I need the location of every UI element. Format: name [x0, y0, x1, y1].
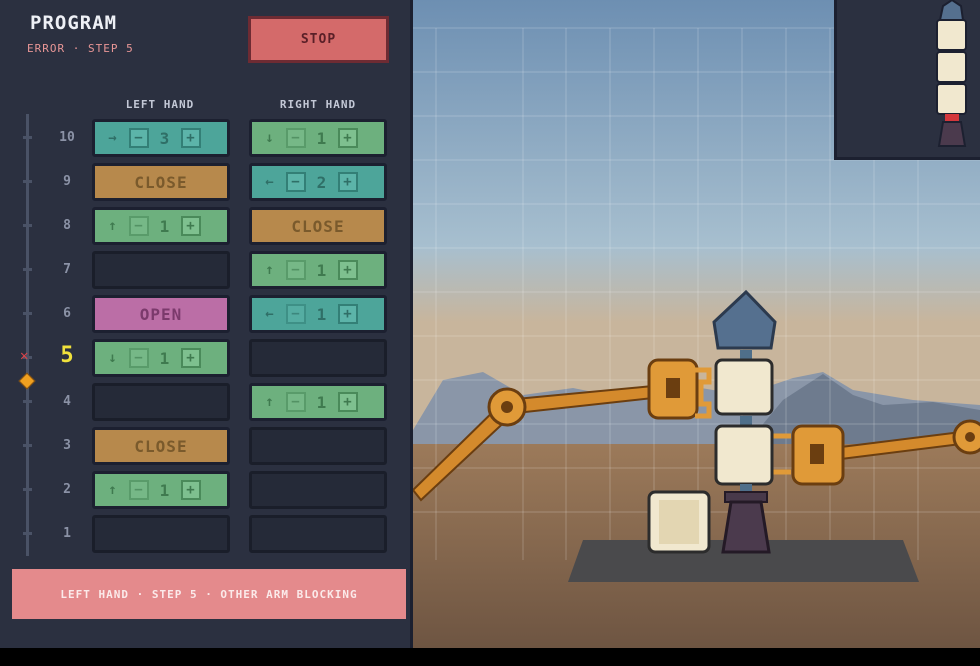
step-number: 3 [63, 438, 71, 453]
arrow-down-icon: ↓ [265, 130, 275, 146]
minus-icon[interactable]: − [286, 128, 306, 148]
timeline-tick [23, 444, 32, 447]
plus-icon[interactable]: + [181, 480, 201, 500]
left-hand-move-command[interactable]: ↑ −1 + [92, 207, 230, 245]
minus-icon[interactable]: − [129, 480, 149, 500]
error-status: ERROR · STEP 5 [27, 42, 134, 55]
x-icon: ✕ [20, 348, 29, 364]
right-hand-empty-slot[interactable] [249, 427, 387, 465]
minus-icon[interactable]: − [129, 128, 149, 148]
move-amount: 1 [316, 304, 328, 324]
step-number: 6 [63, 306, 71, 321]
minus-icon[interactable]: − [286, 304, 306, 324]
step-number: 8 [63, 218, 71, 233]
timeline-tick [23, 312, 32, 315]
right-hand-move-command[interactable]: ↑ −1 + [249, 251, 387, 289]
stop-button[interactable]: STOP [248, 16, 389, 63]
program-panel: PROGRAM ERROR · STEP 5 STOP LEFT HAND RI… [0, 0, 413, 648]
plus-icon[interactable]: + [181, 216, 201, 236]
plus-icon[interactable]: + [181, 348, 201, 368]
error-message-bar: LEFT HAND · STEP 5 · OTHER ARM BLOCKING [12, 569, 406, 619]
plus-icon[interactable]: + [338, 392, 358, 412]
right-hand-empty-slot[interactable] [249, 471, 387, 509]
move-amount: 2 [316, 172, 328, 192]
minus-icon[interactable]: − [286, 172, 306, 192]
left-hand-close-command[interactable]: CLOSE [92, 427, 230, 465]
step-number: 1 [63, 526, 71, 541]
minus-icon[interactable]: − [129, 348, 149, 368]
left-hand-open-command[interactable]: OPEN [92, 295, 230, 333]
diamond-icon[interactable] [18, 372, 36, 390]
timeline-tick [23, 400, 32, 403]
plus-icon[interactable]: + [338, 304, 358, 324]
right-hand-empty-slot[interactable] [249, 339, 387, 377]
plus-icon[interactable]: + [338, 260, 358, 280]
timeline-tick [23, 268, 32, 271]
timeline-tick [23, 488, 32, 491]
minus-icon[interactable]: − [286, 260, 306, 280]
arrow-left-icon: ← [265, 306, 275, 322]
left-hand-header: LEFT HAND [125, 98, 195, 111]
arrow-up-icon: ↑ [108, 218, 118, 234]
step-number: 5 [60, 343, 74, 368]
arrow-up-icon: ↑ [108, 482, 118, 498]
timeline-tick [23, 532, 32, 535]
move-amount: 1 [316, 392, 328, 412]
step-number: 7 [63, 262, 71, 277]
left-hand-move-command[interactable]: → −3 + [92, 119, 230, 157]
arrow-left-icon: ← [265, 174, 275, 190]
left-hand-empty-slot[interactable] [92, 515, 230, 553]
target-rocket-icon [936, 0, 967, 147]
step-number: 10 [59, 130, 75, 145]
arrow-up-icon: ↑ [265, 262, 275, 278]
right-hand-move-command[interactable]: ← −1 + [249, 295, 387, 333]
right-hand-move-command[interactable]: ← −2 + [249, 163, 387, 201]
right-hand-header: RIGHT HAND [279, 98, 357, 111]
right-hand-close-command[interactable]: CLOSE [249, 207, 387, 245]
right-hand-empty-slot[interactable] [249, 515, 387, 553]
minus-icon[interactable]: − [129, 216, 149, 236]
arrow-down-icon: ↓ [108, 350, 118, 366]
right-hand-move-command[interactable]: ↓ −1 + [249, 119, 387, 157]
left-hand-empty-slot[interactable] [92, 383, 230, 421]
move-amount: 1 [159, 216, 171, 236]
left-hand-close-command[interactable]: CLOSE [92, 163, 230, 201]
plus-icon[interactable]: + [181, 128, 201, 148]
panel-title: PROGRAM [30, 12, 118, 34]
minus-icon[interactable]: − [286, 392, 306, 412]
move-amount: 1 [159, 480, 171, 500]
move-amount: 1 [316, 128, 328, 148]
arrow-up-icon: ↑ [265, 394, 275, 410]
left-hand-move-command[interactable]: ↓ −1 + [92, 339, 230, 377]
right-hand-move-command[interactable]: ↑ −1 + [249, 383, 387, 421]
step-number: 2 [63, 482, 71, 497]
left-hand-move-command[interactable]: ↑ −1 + [92, 471, 230, 509]
timeline-tick [23, 136, 32, 139]
target-preview-panel [834, 0, 980, 160]
timeline-tick [23, 224, 32, 227]
move-amount: 1 [316, 260, 328, 280]
arrow-right-icon: → [108, 130, 118, 146]
step-number: 9 [63, 174, 71, 189]
move-amount: 1 [159, 348, 171, 368]
move-amount: 3 [159, 128, 171, 148]
left-hand-empty-slot[interactable] [92, 251, 230, 289]
step-number: 4 [63, 394, 71, 409]
timeline-tick [23, 180, 32, 183]
plus-icon[interactable]: + [338, 172, 358, 192]
loose-tank [647, 490, 711, 554]
plus-icon[interactable]: + [338, 128, 358, 148]
